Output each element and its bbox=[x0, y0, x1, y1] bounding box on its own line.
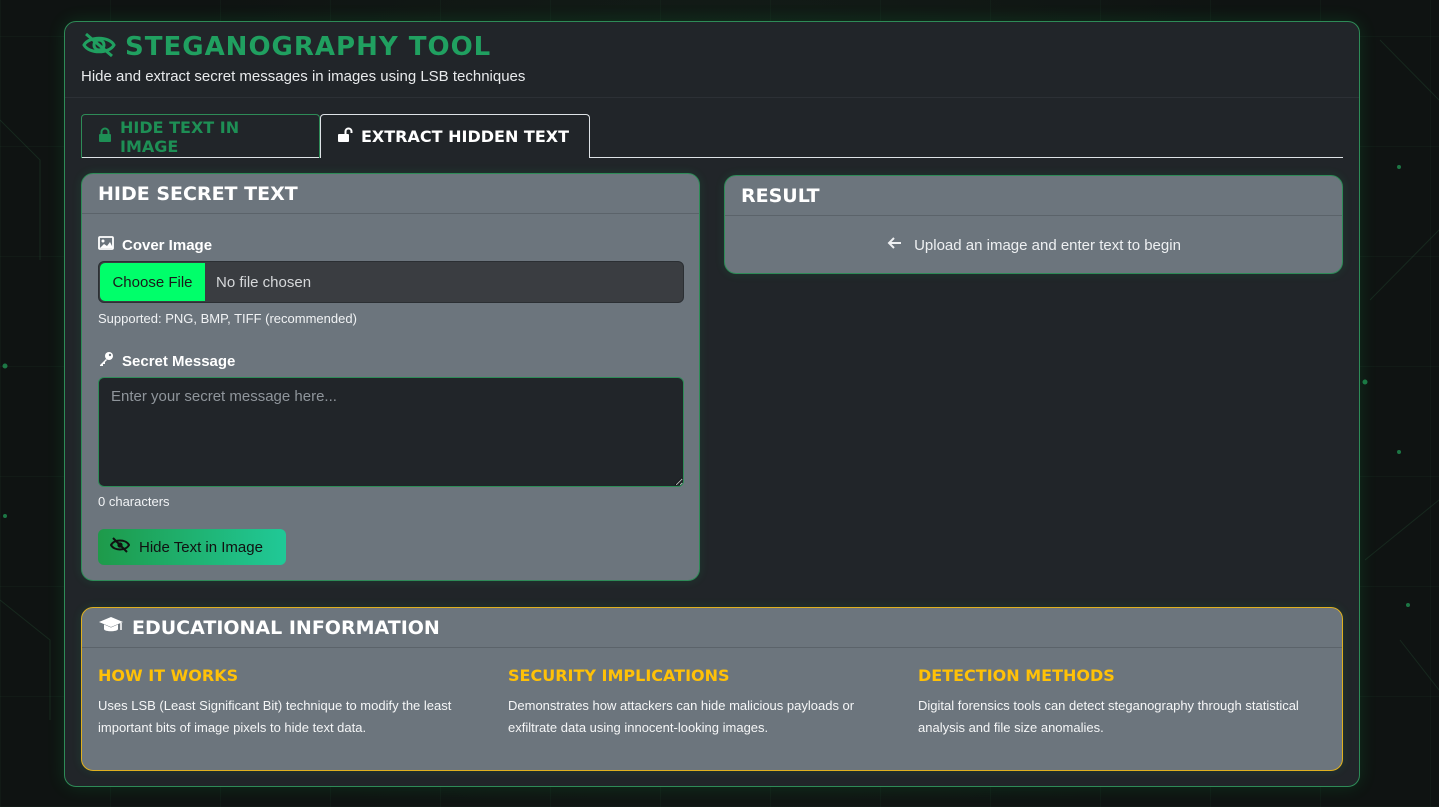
result-body: Upload an image and enter text to begin bbox=[725, 216, 1342, 274]
edu-card-header: EDUCATIONAL INFORMATION bbox=[82, 608, 1342, 648]
tab-hide-text[interactable]: HIDE TEXT IN IMAGE bbox=[81, 114, 320, 158]
edu-column-security: SECURITY IMPLICATIONS Demonstrates how a… bbox=[508, 666, 918, 739]
image-icon bbox=[98, 236, 114, 254]
supported-formats-hint: Supported: PNG, BMP, TIFF (recommended) bbox=[98, 311, 357, 326]
edu-card-title: EDUCATIONAL INFORMATION bbox=[132, 616, 440, 639]
lock-icon bbox=[98, 127, 112, 147]
tab-bar: HIDE TEXT IN IMAGE EXTRACT HIDDEN TEXT bbox=[81, 114, 1343, 158]
tab-extract-text[interactable]: EXTRACT HIDDEN TEXT bbox=[320, 114, 590, 158]
edu-text: Uses LSB (Least Significant Bit) techniq… bbox=[98, 698, 452, 735]
tab-extract-label: EXTRACT HIDDEN TEXT bbox=[361, 127, 569, 146]
edu-heading: SECURITY IMPLICATIONS bbox=[508, 666, 730, 685]
result-card-title: RESULT bbox=[725, 176, 1342, 216]
secret-message-label: Secret Message bbox=[98, 351, 235, 371]
eye-slash-icon bbox=[109, 537, 131, 557]
choose-file-button[interactable]: Choose File bbox=[100, 263, 205, 301]
arrow-left-icon bbox=[886, 236, 902, 254]
page-subtitle: Hide and extract secret messages in imag… bbox=[81, 68, 526, 85]
edu-text: Digital forensics tools can detect stega… bbox=[918, 698, 1299, 735]
edu-column-detection: DETECTION METHODS Digital forensics tool… bbox=[918, 666, 1328, 739]
character-count: 0 characters bbox=[98, 494, 170, 509]
edu-column-how-it-works: HOW IT WORKS Uses LSB (Least Significant… bbox=[98, 666, 508, 739]
cover-image-text: Cover Image bbox=[122, 236, 213, 254]
hide-text-card: HIDE SECRET TEXT Cover Image Choose File… bbox=[81, 173, 700, 581]
eye-slash-icon bbox=[81, 31, 117, 64]
page-title: STEGANOGRAPHY TOOL bbox=[125, 32, 492, 62]
secret-message-text: Secret Message bbox=[122, 352, 236, 370]
main-panel: STEGANOGRAPHY TOOL Hide and extract secr… bbox=[64, 21, 1360, 787]
edu-columns: HOW IT WORKS Uses LSB (Least Significant… bbox=[98, 666, 1328, 739]
hide-text-button-label: Hide Text in Image bbox=[139, 538, 263, 556]
key-icon bbox=[98, 351, 114, 371]
result-card: RESULT Upload an image and enter text to… bbox=[724, 175, 1343, 274]
unlock-icon bbox=[337, 127, 353, 147]
header: STEGANOGRAPHY TOOL Hide and extract secr… bbox=[65, 22, 1359, 98]
educational-info-card: EDUCATIONAL INFORMATION HOW IT WORKS Use… bbox=[81, 607, 1343, 771]
graduation-cap-icon bbox=[98, 615, 124, 640]
edu-heading: DETECTION METHODS bbox=[918, 666, 1115, 685]
hide-card-title: HIDE SECRET TEXT bbox=[82, 174, 699, 214]
cover-image-label: Cover Image bbox=[98, 236, 212, 254]
edu-text: Demonstrates how attackers can hide mali… bbox=[508, 698, 855, 735]
hide-text-button[interactable]: Hide Text in Image bbox=[98, 529, 286, 565]
edu-heading: HOW IT WORKS bbox=[98, 666, 239, 685]
file-status-text: No file chosen bbox=[216, 273, 312, 291]
secret-message-input[interactable] bbox=[98, 377, 684, 487]
result-message: Upload an image and enter text to begin bbox=[914, 236, 1181, 254]
title-row: STEGANOGRAPHY TOOL bbox=[81, 32, 1343, 62]
tab-hide-label: HIDE TEXT IN IMAGE bbox=[120, 117, 240, 156]
cover-image-file-input[interactable]: Choose File No file chosen bbox=[98, 261, 684, 303]
